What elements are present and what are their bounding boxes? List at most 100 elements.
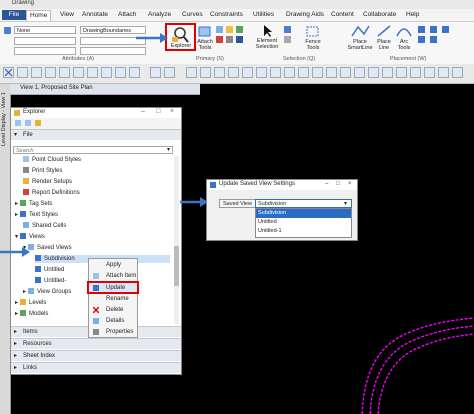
- tree-item-text-styles[interactable]: ▸ Text Styles: [15, 211, 58, 219]
- view-tool-icon-11[interactable]: [298, 67, 309, 78]
- view-attributes-icon[interactable]: [236, 36, 243, 43]
- properties-icon[interactable]: [226, 36, 233, 43]
- element-selection-button[interactable]: Element Selection: [254, 24, 280, 54]
- view-tool-icon-17[interactable]: [382, 67, 393, 78]
- close-icon[interactable]: ×: [170, 108, 174, 115]
- tab-constraints[interactable]: Constraints: [207, 10, 246, 20]
- element-tool-icon-1[interactable]: [17, 67, 28, 78]
- tree-item-shared-cells[interactable]: Shared Cells: [23, 222, 66, 230]
- tree-item-render-setups[interactable]: Render Setups: [23, 178, 72, 186]
- place-smartline-button[interactable]: Place SmartLine: [346, 24, 374, 54]
- view-tool-icon-14[interactable]: [340, 67, 351, 78]
- menu-item-properties[interactable]: Properties: [90, 327, 137, 337]
- color-combo[interactable]: [14, 37, 76, 45]
- view-tool-icon-16[interactable]: [368, 67, 379, 78]
- text-tools-icon[interactable]: [442, 26, 449, 33]
- menu-item-rename[interactable]: Rename: [90, 294, 137, 304]
- tree-item-models[interactable]: ▸ Models: [15, 310, 48, 318]
- explorer-tool-icon-3[interactable]: [35, 120, 41, 126]
- fence-tools-button[interactable]: Fence Tools: [302, 26, 324, 54]
- tree-item-report-definitions[interactable]: Report Definitions: [23, 189, 80, 197]
- element-tool-icon-9[interactable]: [129, 67, 140, 78]
- cells-icon[interactable]: [430, 36, 437, 43]
- element-tool-icon-4[interactable]: [59, 67, 70, 78]
- level-display-icon[interactable]: [216, 36, 223, 43]
- tab-annotate[interactable]: Annotate: [79, 10, 111, 20]
- models-icon[interactable]: [216, 26, 223, 33]
- view-tool-icon-21[interactable]: [438, 67, 449, 78]
- close-x-icon[interactable]: [3, 67, 14, 78]
- dialog-maximize-icon[interactable]: □: [336, 181, 340, 187]
- section-sheet-index[interactable]: ▸ Sheet Index: [11, 350, 181, 361]
- view-tool-icon-2[interactable]: [164, 67, 175, 78]
- view-tool-icon-3[interactable]: [186, 67, 197, 78]
- levels-icon[interactable]: [226, 26, 233, 33]
- tree-item-levels[interactable]: ▸ Levels: [15, 299, 46, 307]
- view-tool-icon-22[interactable]: [452, 67, 463, 78]
- view-tool-icon-9[interactable]: [270, 67, 281, 78]
- search-dropdown-icon[interactable]: ▾: [167, 146, 170, 153]
- element-tool-icon-6[interactable]: [87, 67, 98, 78]
- section-links[interactable]: ▸ Links: [11, 362, 181, 373]
- tab-curves[interactable]: Curves: [179, 10, 206, 20]
- tab-home[interactable]: Home: [26, 10, 52, 21]
- element-tool-icon-8[interactable]: [115, 67, 126, 78]
- explorer-tool-icon-2[interactable]: [25, 120, 31, 126]
- tab-content[interactable]: Content: [328, 10, 357, 20]
- menu-item-apply[interactable]: Apply: [90, 260, 137, 270]
- tree-item-tag-sets[interactable]: ▸ Tag Sets: [15, 200, 52, 208]
- level-combo[interactable]: None: [14, 26, 76, 34]
- references-icon[interactable]: [236, 26, 243, 33]
- view-tool-icon-10[interactable]: [284, 67, 295, 78]
- option-subdivision[interactable]: Subdivision: [256, 209, 351, 218]
- view-tool-icon-6[interactable]: [228, 67, 239, 78]
- tree-item-untitled-1[interactable]: Untitled-: [35, 277, 66, 285]
- view-tool-icon-18[interactable]: [396, 67, 407, 78]
- scrollbar-thumb[interactable]: [174, 246, 179, 286]
- tree-item-print-styles[interactable]: Print Styles: [23, 167, 62, 175]
- maximize-icon[interactable]: □: [156, 108, 160, 115]
- view-tool-icon-5[interactable]: [214, 67, 225, 78]
- view-tool-icon-7[interactable]: [242, 67, 253, 78]
- view-tool-icon-20[interactable]: [424, 67, 435, 78]
- tree-item-views[interactable]: ▾ Views: [15, 233, 45, 241]
- tab-utilities[interactable]: Utilities: [250, 10, 277, 20]
- polygon-tools-icon[interactable]: [430, 26, 437, 33]
- section-file[interactable]: ▾ File: [11, 129, 181, 140]
- patterns-icon[interactable]: [418, 36, 425, 43]
- view-tool-icon-12[interactable]: [312, 67, 323, 78]
- explorer-tool-icon-1[interactable]: [15, 120, 21, 126]
- weight-combo[interactable]: [14, 47, 76, 55]
- tab-file[interactable]: File: [2, 10, 26, 20]
- option-untitled[interactable]: Untitled: [256, 218, 351, 227]
- selection-mode-icon[interactable]: [284, 26, 291, 33]
- tab-attach[interactable]: Attach: [115, 10, 139, 20]
- tree-item-point-cloud-styles[interactable]: Point Cloud Styles: [23, 156, 81, 164]
- tab-view[interactable]: View: [57, 10, 77, 20]
- view-tool-icon-1[interactable]: [150, 67, 161, 78]
- minimize-icon[interactable]: –: [141, 108, 145, 115]
- view-tool-icon-13[interactable]: [326, 67, 337, 78]
- section-resources[interactable]: ▸ Resources: [11, 338, 181, 349]
- menu-item-attach-item[interactable]: Attach Item: [90, 271, 137, 281]
- option-untitled-1[interactable]: Untitled-1: [256, 227, 351, 236]
- circle-tools-icon[interactable]: [418, 26, 425, 33]
- attach-tools-button[interactable]: Attach Tools: [196, 26, 214, 52]
- view-tool-icon-8[interactable]: [256, 67, 267, 78]
- place-line-button[interactable]: Place Line: [374, 24, 394, 54]
- tree-scrollbar[interactable]: [174, 156, 179, 324]
- arc-tools-button[interactable]: Arc Tools: [394, 24, 414, 54]
- menu-item-details[interactable]: Details: [90, 316, 137, 326]
- tab-analyze[interactable]: Analyze: [145, 10, 174, 20]
- tree-item-untitled[interactable]: Untitled: [35, 266, 64, 274]
- element-tool-icon-7[interactable]: [101, 67, 112, 78]
- saved-view-select[interactable]: Subdivision ▾: [255, 199, 352, 208]
- dialog-close-icon[interactable]: ×: [348, 181, 352, 187]
- tab-help[interactable]: Help: [403, 10, 422, 20]
- tree-item-saved-views[interactable]: ▾ Saved Views: [23, 244, 72, 252]
- view-tool-icon-15[interactable]: [354, 67, 365, 78]
- view-tool-icon-19[interactable]: [410, 67, 421, 78]
- selection-filter-icon[interactable]: [284, 36, 291, 43]
- element-tool-icon-5[interactable]: [73, 67, 84, 78]
- tree-item-view-groups[interactable]: ▸ View Groups: [23, 288, 71, 296]
